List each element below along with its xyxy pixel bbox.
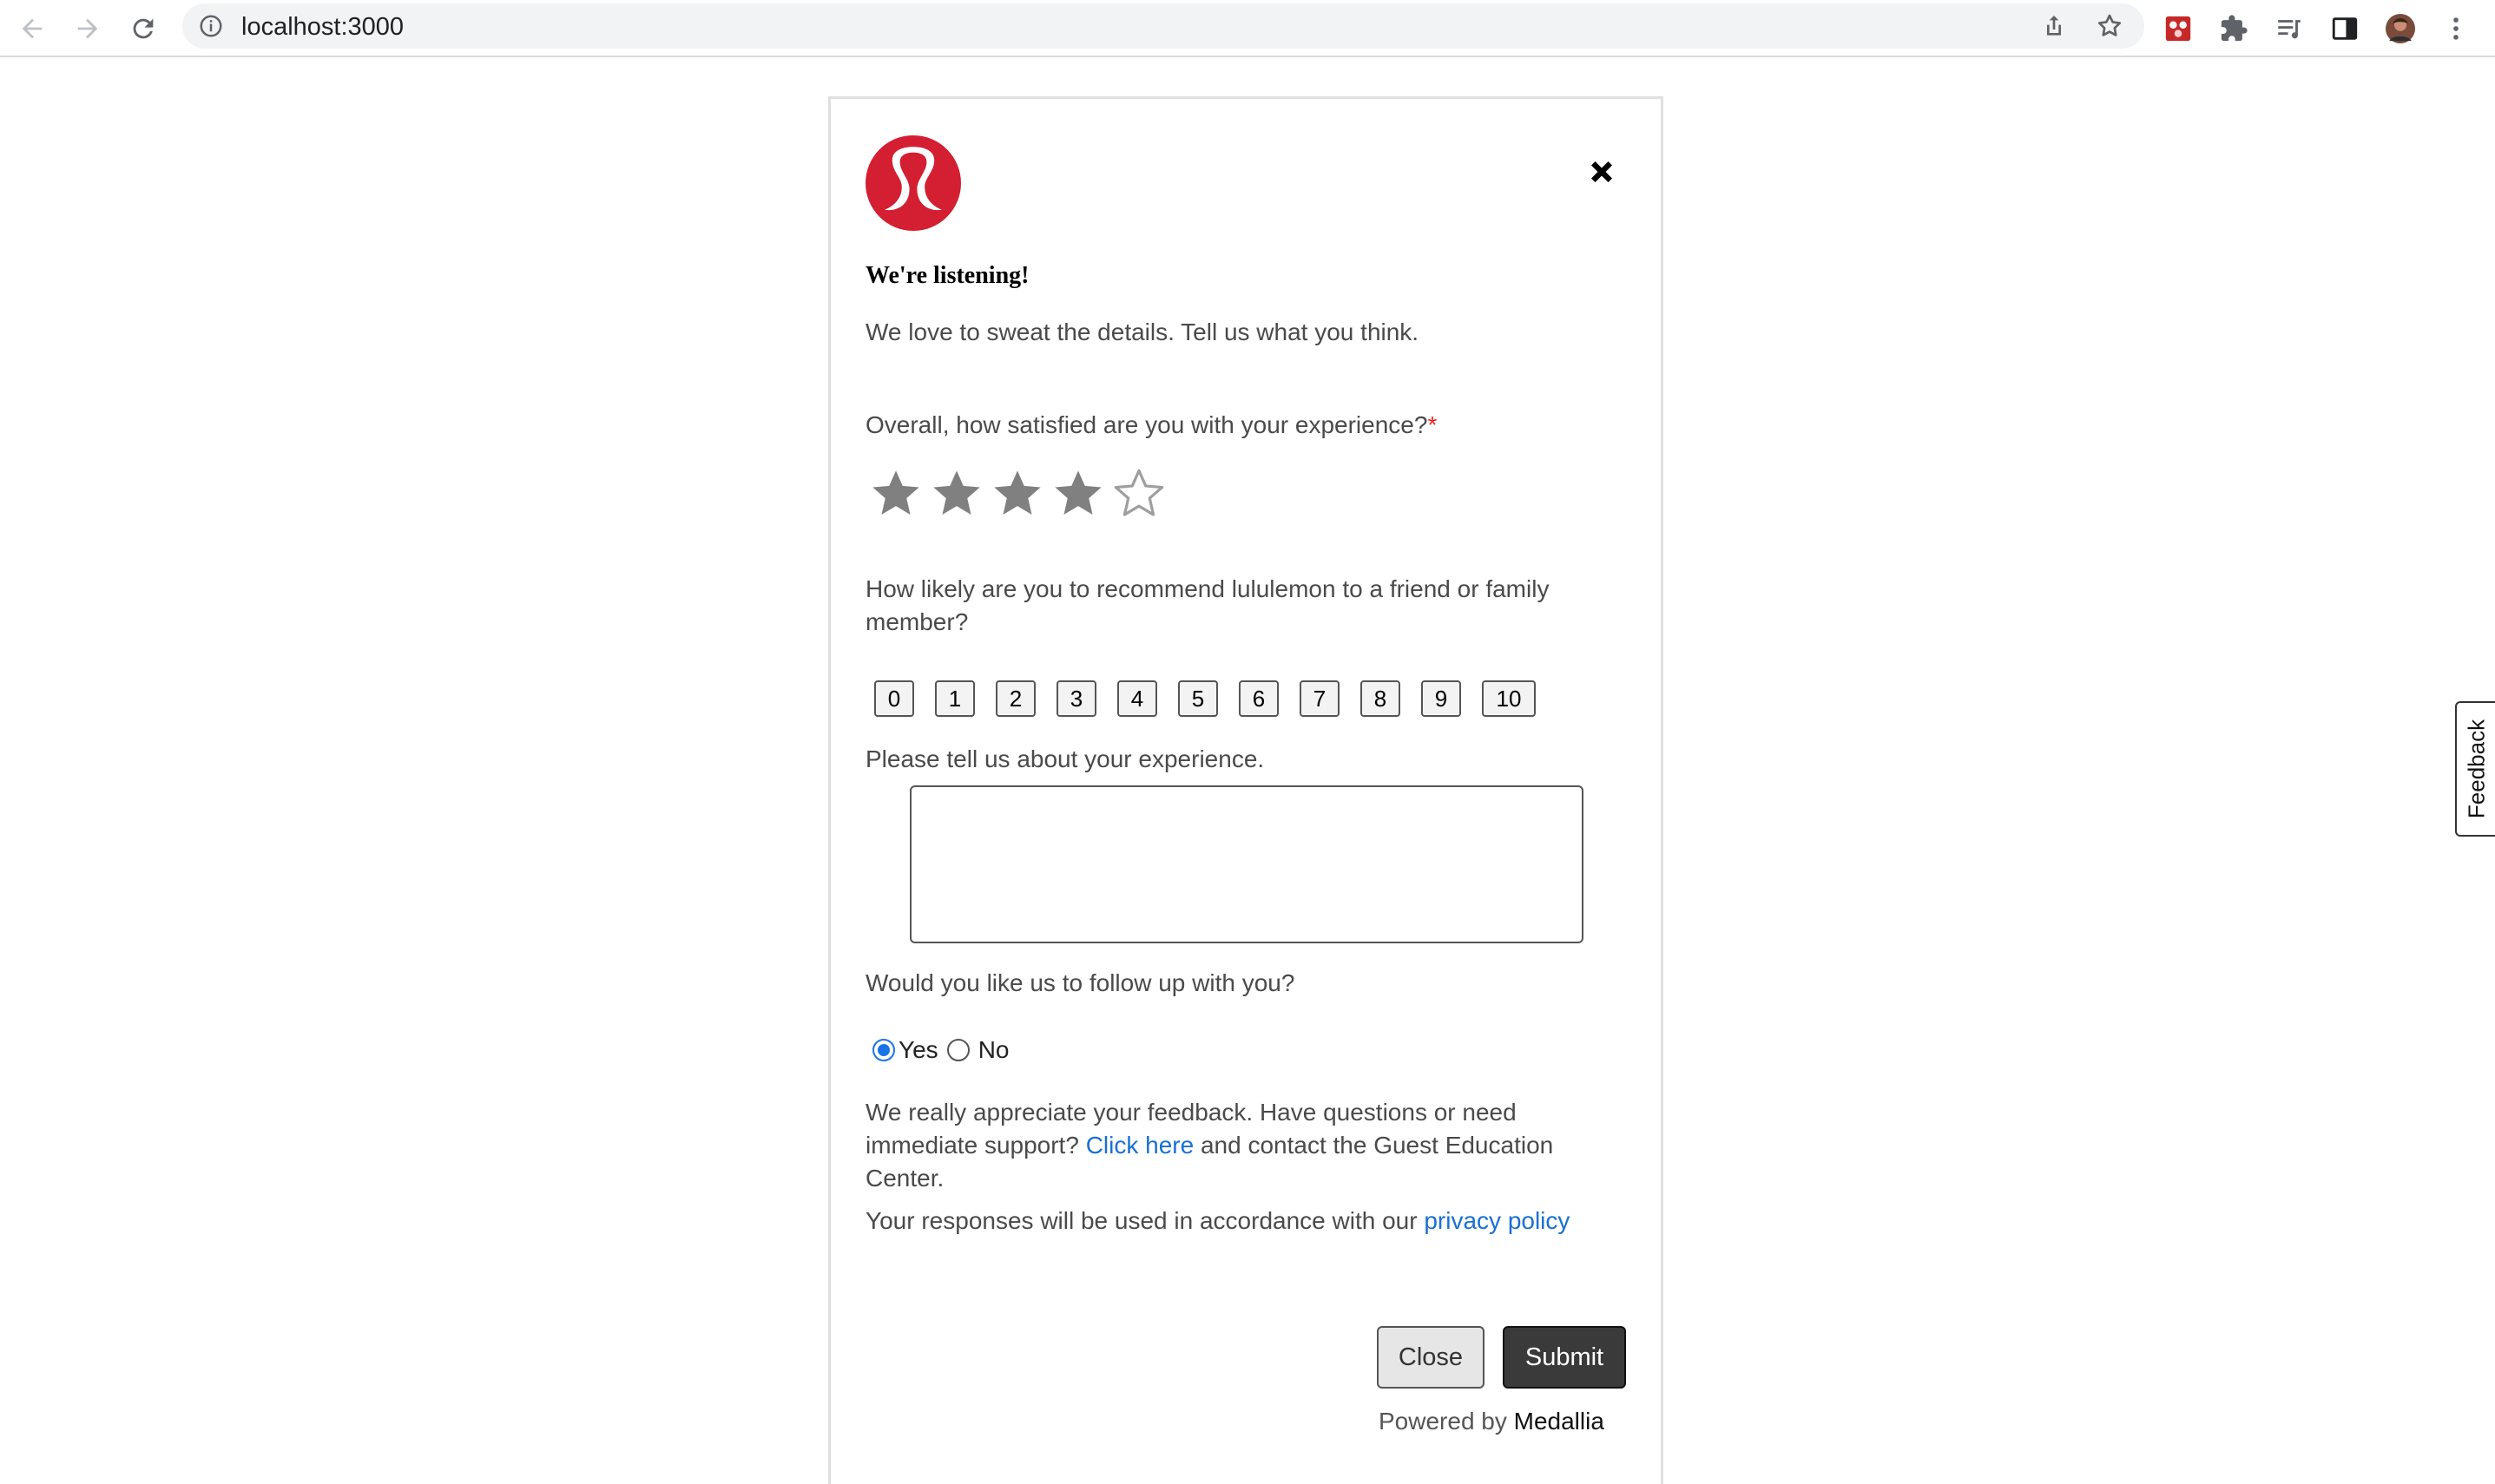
address-bar[interactable]: localhost:3000	[182, 3, 2144, 49]
browser-toolbar: localhost:3000	[0, 0, 2495, 57]
nps-scale: 0 1 2 3 4 5 6 7 8 9 10	[874, 680, 1557, 717]
experience-question: Please tell us about your experience.	[866, 745, 1265, 772]
star-2-icon[interactable]	[926, 463, 987, 524]
reading-list-icon[interactable]	[2268, 8, 2310, 49]
nps-option[interactable]: 1	[935, 680, 975, 717]
experience-textarea[interactable]	[910, 785, 1583, 943]
submit-button[interactable]: Submit	[1503, 1326, 1626, 1389]
survey-intro: We love to sweat the details. Tell us wh…	[866, 318, 1419, 345]
nps-option[interactable]: 2	[996, 680, 1036, 717]
follow-up-options: Yes No	[872, 1036, 1009, 1064]
satisfaction-question: Overall, how satisfied are you with your…	[866, 411, 1438, 438]
powered-by: Powered by Medallia	[1379, 1408, 1604, 1435]
forward-icon[interactable]	[66, 7, 109, 50]
menu-icon[interactable]	[2435, 8, 2477, 49]
extension-icon[interactable]	[2157, 8, 2199, 49]
radio-no-label[interactable]: No	[978, 1036, 1010, 1064]
follow-up-question: Would you like us to follow up with you?	[866, 969, 1295, 996]
star-rating[interactable]	[866, 463, 1169, 524]
survey-title: We're listening!	[866, 262, 1030, 289]
star-1-icon[interactable]	[866, 463, 926, 524]
privacy-policy-link[interactable]: privacy policy	[1424, 1207, 1570, 1234]
close-button[interactable]: Close	[1377, 1326, 1484, 1389]
url-text[interactable]: localhost:3000	[241, 13, 404, 42]
feedback-tab-label[interactable]: Feedback	[2464, 719, 2491, 818]
required-mark: *	[1427, 411, 1438, 438]
nps-option[interactable]: 0	[874, 680, 914, 717]
appreciation-text: We really appreciate your feedback. Have…	[866, 1099, 1554, 1192]
reload-icon[interactable]	[122, 7, 165, 50]
side-panel-icon[interactable]	[2324, 8, 2366, 49]
close-icon[interactable]	[1586, 156, 1617, 187]
nps-option[interactable]: 6	[1239, 680, 1279, 717]
star-3-icon[interactable]	[987, 463, 1048, 524]
nps-option[interactable]: 9	[1421, 680, 1461, 717]
feedback-modal: We're listening! We love to sweat the de…	[828, 96, 1663, 1484]
nps-option[interactable]: 8	[1360, 680, 1400, 717]
back-icon[interactable]	[10, 7, 54, 50]
profile-avatar[interactable]	[2380, 8, 2421, 49]
nps-option[interactable]: 5	[1178, 680, 1218, 717]
nps-option[interactable]: 4	[1117, 680, 1157, 717]
puzzle-icon[interactable]	[2213, 8, 2255, 49]
star-5-icon[interactable]	[1109, 463, 1169, 524]
nps-option[interactable]: 3	[1057, 680, 1096, 717]
feedback-side-tab[interactable]: Feedback	[2455, 701, 2495, 837]
recommend-question: How likely are you to recommend lululemo…	[866, 575, 1550, 635]
star-4-icon[interactable]	[1048, 463, 1109, 524]
nps-option[interactable]: 7	[1300, 680, 1340, 717]
lululemon-logo	[866, 135, 961, 231]
medallia-brand: Medallia	[1513, 1408, 1604, 1435]
info-icon[interactable]	[198, 13, 224, 39]
click-here-link[interactable]: Click here	[1086, 1132, 1194, 1159]
privacy-text: Your responses will be used in accordanc…	[866, 1207, 1570, 1234]
share-icon[interactable]	[2040, 12, 2068, 40]
radio-yes[interactable]	[872, 1039, 895, 1061]
radio-no[interactable]	[946, 1039, 970, 1061]
radio-yes-label[interactable]: Yes	[899, 1036, 938, 1064]
nps-option[interactable]: 10	[1482, 680, 1536, 717]
bookmark-star-icon[interactable]	[2096, 12, 2123, 40]
